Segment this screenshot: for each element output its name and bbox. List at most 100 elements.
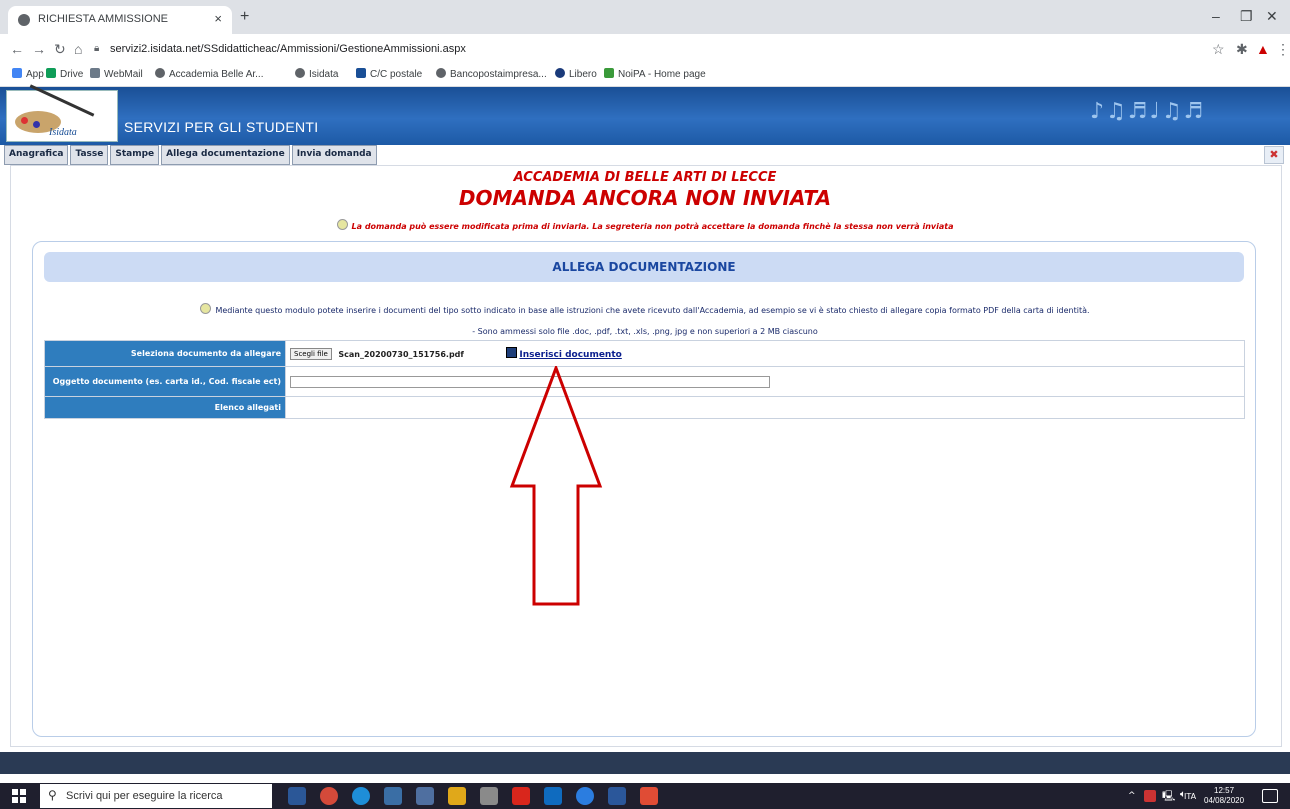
restore-icon[interactable]: ❐ bbox=[1240, 8, 1253, 25]
form-row-attachments: Elenco allegati bbox=[44, 396, 1245, 419]
noipa-icon bbox=[604, 68, 614, 78]
poste-icon bbox=[356, 68, 366, 78]
acrobat-tray-icon[interactable] bbox=[1144, 790, 1156, 802]
tab-stampe[interactable]: Stampe bbox=[110, 145, 160, 165]
browser-tab[interactable]: RICHIESTA AMMISSIONE × bbox=[8, 6, 232, 34]
bookmark-drive[interactable]: Drive bbox=[46, 68, 83, 80]
taskbar-search[interactable]: ⚲ Scrivi qui per eseguire la ricerca bbox=[40, 784, 272, 808]
new-tab-button[interactable]: + bbox=[240, 8, 249, 26]
music-notes-decoration: ♪♫♬♩♫♬ bbox=[1090, 99, 1206, 124]
menu-icon[interactable]: ⋮ bbox=[1276, 41, 1290, 58]
bookmark-isidata[interactable]: Isidata bbox=[295, 68, 338, 80]
notification-icon[interactable] bbox=[1262, 789, 1278, 803]
chosen-file-name: Scan_20200730_151756.pdf bbox=[338, 349, 464, 359]
tab-tasse[interactable]: Tasse bbox=[70, 145, 109, 165]
isidata-logo[interactable]: Isidata bbox=[6, 84, 118, 142]
bookmark-noipa[interactable]: NoiPA - Home page bbox=[604, 68, 706, 80]
close-tab-icon[interactable]: × bbox=[214, 11, 222, 26]
attachments-label: Elenco allegati bbox=[44, 396, 286, 419]
form-row-select: Seleziona documento da allegare Scegli f… bbox=[44, 340, 1245, 367]
reload-icon[interactable]: ↻ bbox=[54, 41, 66, 58]
file-explorer-icon[interactable] bbox=[288, 787, 306, 805]
bookmarks-bar: App Drive WebMail Accademia Belle Ar... … bbox=[0, 64, 1290, 87]
start-square bbox=[12, 797, 18, 803]
home-icon[interactable]: ⌂ bbox=[74, 41, 82, 57]
app-icon[interactable] bbox=[384, 787, 402, 805]
globe-icon bbox=[436, 68, 446, 78]
edge-icon[interactable] bbox=[352, 787, 370, 805]
attachment-form: Seleziona documento da allegare Scegli f… bbox=[44, 340, 1245, 419]
close-window-icon[interactable]: ✕ bbox=[1266, 8, 1278, 25]
word-icon[interactable] bbox=[608, 787, 626, 805]
extensions-icon[interactable]: ✱ bbox=[1236, 41, 1248, 58]
allowed-files-note: - Sono ammessi solo file .doc, .pdf, .tx… bbox=[472, 327, 818, 336]
anydesk-icon[interactable] bbox=[640, 787, 658, 805]
save-floppy-icon bbox=[506, 346, 518, 358]
tab-allega-documentazione[interactable]: Allega documentazione bbox=[161, 145, 290, 165]
globe-icon bbox=[18, 14, 30, 26]
instructions-text: Mediante questo modulo potete inserire i… bbox=[215, 306, 1090, 315]
bookmark-bancoposta[interactable]: Bancopostaimpresa... bbox=[436, 68, 547, 80]
search-placeholder: Scrivi qui per eseguire la ricerca bbox=[66, 790, 223, 802]
site-title: SERVIZI PER GLI STUDENTI bbox=[124, 119, 319, 135]
start-square bbox=[20, 797, 26, 803]
acrobat-icon[interactable] bbox=[512, 787, 530, 805]
start-square bbox=[20, 789, 26, 795]
search-icon: ⚲ bbox=[48, 788, 57, 802]
url-input[interactable]: servizi2.isidata.net/SSdidatticheac/Ammi… bbox=[110, 43, 466, 55]
globe-icon bbox=[295, 68, 305, 78]
drive-icon bbox=[46, 68, 56, 78]
site-header: Isidata SERVIZI PER GLI STUDENTI ♪♫♬♩♫♬ bbox=[0, 84, 1290, 145]
teamviewer-icon[interactable] bbox=[576, 787, 594, 805]
globe-icon bbox=[155, 68, 165, 78]
tab-title: RICHIESTA AMMISSIONE bbox=[38, 13, 168, 25]
libero-icon bbox=[555, 68, 565, 78]
forward-icon[interactable]: → bbox=[32, 41, 46, 57]
attachments-list bbox=[285, 396, 1245, 419]
tab-invia-domanda[interactable]: Invia domanda bbox=[291, 145, 377, 165]
select-document-label: Seleziona documento da allegare bbox=[44, 340, 286, 367]
address-bar-row: ← → ↻ ⌂ 🔒︎ servizi2.isidata.net/SSdidatt… bbox=[0, 34, 1290, 64]
apps-grid-icon bbox=[12, 68, 22, 78]
exit-icon[interactable]: ✖ bbox=[1264, 146, 1284, 164]
start-square bbox=[12, 789, 18, 795]
bookmark-webmail[interactable]: WebMail bbox=[90, 68, 143, 80]
store-icon[interactable] bbox=[544, 787, 562, 805]
info-icon bbox=[200, 303, 212, 314]
clock-date: 04/08/2020 bbox=[1204, 796, 1245, 805]
minimize-icon[interactable]: – bbox=[1212, 8, 1220, 24]
windows-start-icon[interactable] bbox=[12, 789, 26, 803]
warning-message: La domanda può essere modificata prima d… bbox=[0, 219, 1290, 231]
profile-icon[interactable]: ▲ bbox=[1256, 41, 1270, 57]
chrome-icon[interactable] bbox=[320, 787, 338, 805]
calculator-icon[interactable] bbox=[416, 787, 434, 805]
warning-text: La domanda può essere modificata prima d… bbox=[351, 222, 954, 231]
paint-dot-red bbox=[21, 117, 28, 124]
bookmark-libero[interactable]: Libero bbox=[555, 68, 597, 80]
back-icon[interactable]: ← bbox=[10, 41, 24, 57]
network-icon[interactable]: 🖳︎ bbox=[1162, 789, 1175, 806]
language-indicator[interactable]: ITA bbox=[1184, 792, 1196, 801]
sticky-notes-icon[interactable] bbox=[448, 787, 466, 805]
form-row-subject: Oggetto documento (es. carta id., Cod. f… bbox=[44, 366, 1245, 397]
bookmark-apps[interactable]: App bbox=[12, 68, 44, 80]
application-status: DOMANDA ANCORA NON INVIATA bbox=[458, 186, 832, 210]
browser-bottom-bar bbox=[0, 752, 1290, 774]
logo-text: Isidata bbox=[49, 127, 77, 138]
lock-icon[interactable]: 🔒︎ bbox=[94, 43, 99, 54]
institution-name: ACCADEMIA DI BELLE ARTI DI LECCE bbox=[513, 170, 777, 185]
clock-time: 12:57 bbox=[1214, 786, 1235, 795]
red-arrow-annotation bbox=[509, 366, 603, 606]
insert-document-link[interactable]: Inserisci documento bbox=[519, 350, 621, 360]
bookmark-cc-postale[interactable]: C/C postale bbox=[356, 68, 422, 80]
browser-tab-strip: RICHIESTA AMMISSIONE × + – ❐ ✕ bbox=[0, 0, 1290, 34]
bookmark-accademia[interactable]: Accademia Belle Ar... bbox=[155, 68, 264, 80]
main-menu: Anagrafica Tasse Stampe Allega documenta… bbox=[4, 145, 377, 165]
choose-file-button[interactable]: Scegli file bbox=[290, 348, 332, 361]
taskbar-clock[interactable]: 12:57 04/08/2020 bbox=[1204, 786, 1244, 806]
tray-chevron-icon[interactable]: ^ bbox=[1128, 791, 1136, 801]
paint-icon[interactable] bbox=[480, 787, 498, 805]
star-icon[interactable]: ☆ bbox=[1212, 41, 1225, 58]
tab-anagrafica[interactable]: Anagrafica bbox=[4, 145, 69, 165]
windows-taskbar: ⚲ Scrivi qui per eseguire la ricerca ^ 🖳… bbox=[0, 783, 1290, 809]
